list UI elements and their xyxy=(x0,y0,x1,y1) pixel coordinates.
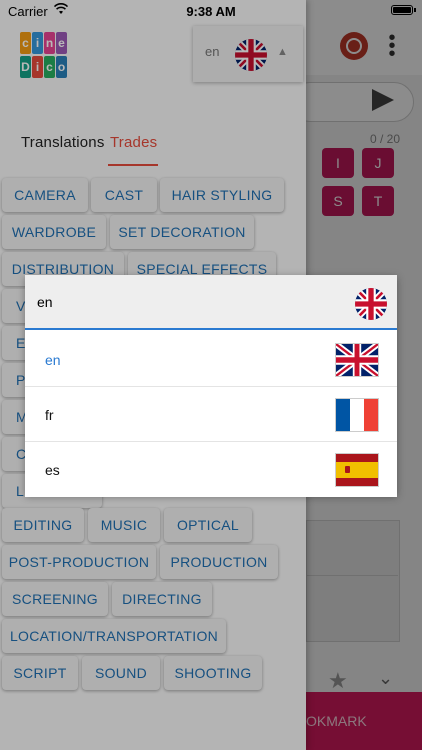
uk-flag-icon xyxy=(355,288,387,320)
status-bar: Carrier 9:38 AM xyxy=(0,0,422,22)
language-option-fr[interactable]: fr xyxy=(25,387,397,442)
language-option-label: en xyxy=(45,352,61,368)
language-dropdown: en en fr es xyxy=(25,275,397,497)
clock: 9:38 AM xyxy=(186,4,236,19)
language-option-en[interactable]: en xyxy=(25,332,397,387)
france-flag-icon xyxy=(335,398,379,432)
spain-flag-icon xyxy=(335,453,379,487)
language-option-label: es xyxy=(45,462,60,478)
battery-tip xyxy=(414,8,416,12)
dropdown-current-value: en xyxy=(37,294,53,310)
language-dropdown-header[interactable]: en xyxy=(25,275,397,330)
language-option-label: fr xyxy=(45,407,54,423)
battery-icon xyxy=(391,5,413,15)
language-option-es[interactable]: es xyxy=(25,442,397,497)
uk-flag-icon xyxy=(335,343,379,377)
